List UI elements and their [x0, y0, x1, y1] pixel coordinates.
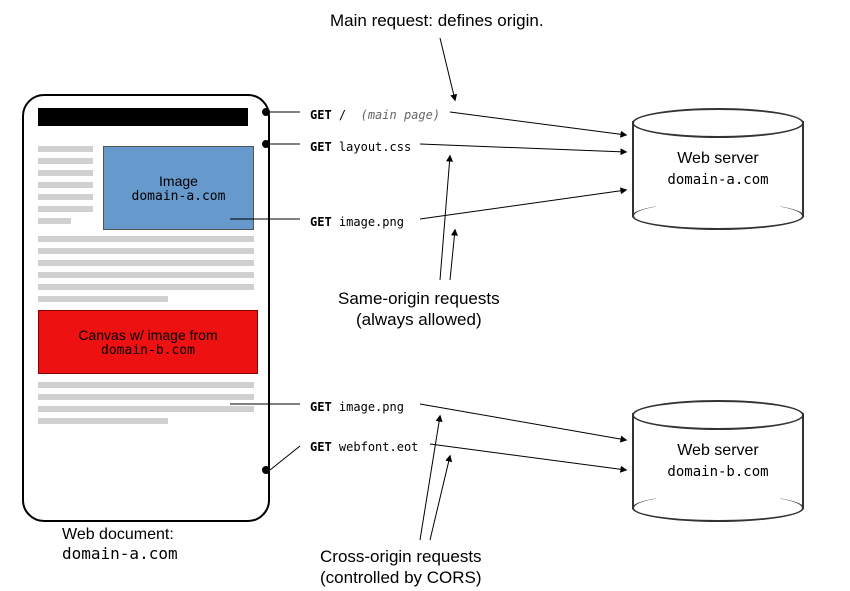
image-block: Image domain-a.com	[103, 146, 254, 230]
server-a-label: Web server	[632, 150, 804, 168]
canvas-block: Canvas w/ image from domain-b.com	[38, 310, 258, 374]
request-main-page: GET / (main page)	[310, 108, 440, 122]
note-cross-origin: Cross-origin requests(controlled by CORS…	[320, 546, 482, 589]
server-b-label: Web server	[632, 442, 804, 460]
note-main-request: Main request: defines origin.	[330, 10, 544, 31]
dot-layout-css	[262, 140, 270, 148]
server-b-domain: domain-b.com	[632, 464, 804, 480]
server-a-domain: domain-a.com	[632, 172, 804, 188]
note-same-origin: Same-origin requests(always allowed)	[338, 288, 500, 331]
request-image-a: GET image.png	[310, 215, 404, 229]
canvas-domain: domain-b.com	[101, 343, 195, 358]
title-bar	[38, 108, 248, 126]
canvas-label: Canvas w/ image from	[78, 327, 217, 343]
request-image-b: GET image.png	[310, 400, 404, 414]
server-a-cylinder: Web server domain-a.com	[632, 108, 804, 230]
server-b-cylinder: Web server domain-b.com	[632, 400, 804, 522]
dot-main-page	[262, 108, 270, 116]
dot-webfont	[262, 466, 270, 474]
image-label: Image	[159, 173, 198, 189]
request-layout-css: GET layout.css	[310, 140, 411, 154]
request-webfont: GET webfont.eot	[310, 440, 418, 454]
image-domain: domain-a.com	[132, 189, 226, 204]
document-caption: Web document: domain-a.com	[62, 526, 178, 564]
web-document: Image domain-a.com Canvas w/ image from …	[22, 94, 270, 522]
